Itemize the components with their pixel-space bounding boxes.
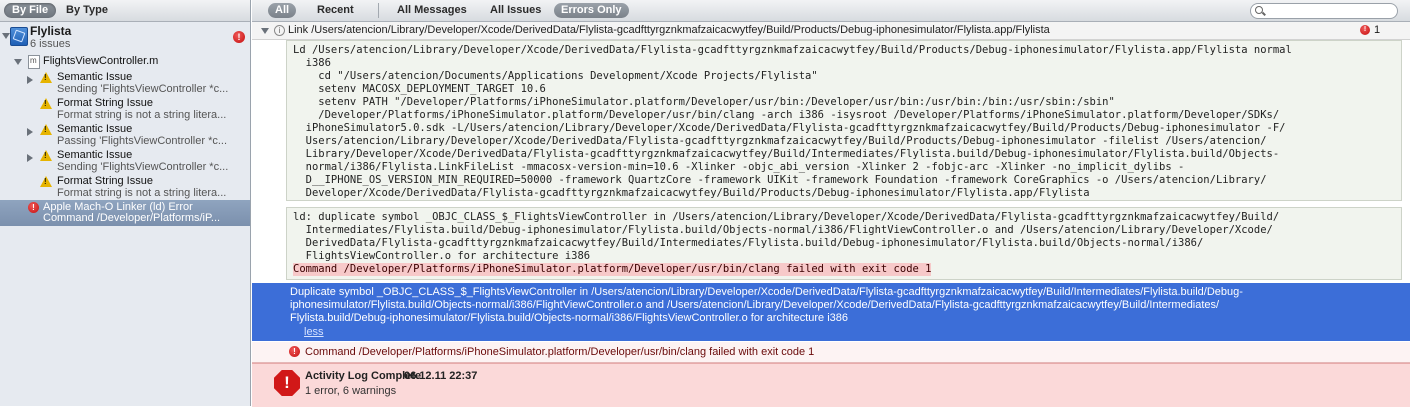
project-issue-count: 6 issues — [30, 38, 71, 50]
ld-duplicate-text: ld: duplicate symbol _OBJC_CLASS_$_Fligh… — [293, 211, 1280, 262]
issue-detail: Passing 'FlightsViewController *c... — [57, 135, 228, 147]
disclosure-triangle-icon[interactable] — [27, 154, 33, 162]
activity-summary: 1 error, 6 warnings — [305, 385, 397, 397]
disclosure-triangle-icon[interactable] — [14, 59, 22, 65]
warning-icon — [40, 124, 52, 135]
ld-command-transcript: Ld /Users/atencion/Library/Developer/Xco… — [286, 40, 1402, 201]
log-search-field[interactable] — [1250, 3, 1398, 19]
file-name: FlightsViewController.m — [43, 55, 159, 67]
by-file-button[interactable]: By File — [4, 3, 57, 18]
warning-icon — [40, 98, 52, 109]
log-filter-bar: All Recent All Messages All Issues Error… — [252, 0, 1410, 22]
issue-row-selected[interactable]: ! Apple Mach-O Linker (ld) Error Command… — [0, 200, 250, 226]
duplicate-symbol-message: Duplicate symbol _OBJC_CLASS_$_FlightsVi… — [290, 286, 1243, 324]
issue-title: Semantic Issue — [57, 71, 133, 83]
link-step-row[interactable]: i Link /Users/atencion/Library/Developer… — [252, 22, 1410, 40]
issue-title: Format String Issue — [57, 175, 153, 187]
disclosure-triangle-icon[interactable] — [261, 28, 269, 34]
disclosure-triangle-icon[interactable] — [2, 33, 10, 39]
less-link[interactable]: less — [304, 326, 324, 339]
issue-title: Semantic Issue — [57, 123, 133, 135]
navigator-toolbar: By File By Type — [0, 0, 250, 22]
toolbar-divider — [378, 3, 379, 18]
filter-recent-button[interactable]: Recent — [310, 3, 361, 18]
error-icon: ! — [233, 31, 245, 43]
build-log-panel: All Recent All Messages All Issues Error… — [252, 0, 1410, 407]
objc-file-icon — [28, 55, 40, 69]
issue-title: Semantic Issue — [57, 149, 133, 161]
error-icon: ! — [28, 202, 39, 213]
issue-detail: Sending 'FlightsViewController *c... — [57, 83, 229, 95]
file-row[interactable]: FlightsViewController.m — [0, 54, 250, 69]
activity-timestamp: 06.12.11 22:37 — [404, 370, 478, 382]
issue-detail: Format string is not a string litera... — [57, 187, 227, 199]
link-step-title: Link /Users/atencion/Library/Developer/X… — [288, 24, 1050, 36]
activity-log-summary: ! Activity Log Complete 06.12.11 22:37 1… — [252, 363, 1410, 407]
search-input[interactable] — [1267, 4, 1387, 17]
warning-icon — [40, 150, 52, 161]
warning-icon — [40, 72, 52, 83]
issue-row[interactable]: Semantic Issue Sending 'FlightsViewContr… — [0, 70, 250, 96]
issue-detail: Format string is not a string litera... — [57, 109, 227, 121]
warning-icon — [40, 176, 52, 187]
filter-all-button[interactable]: All — [268, 3, 297, 18]
filter-all-issues-button[interactable]: All Issues — [483, 3, 548, 18]
issue-title: Format String Issue — [57, 97, 153, 109]
command-error-row[interactable]: ! Command /Developer/Platforms/iPhoneSim… — [252, 342, 1410, 363]
issue-row[interactable]: Semantic Issue Passing 'FlightsViewContr… — [0, 122, 250, 148]
issue-navigator: By File By Type Flylista 6 issues ! Flig… — [0, 0, 251, 406]
filter-errors-only-button[interactable]: Errors Only — [554, 3, 629, 18]
error-icon: ! — [289, 346, 300, 357]
issue-row[interactable]: Semantic Issue Sending 'FlightsViewContr… — [0, 148, 250, 174]
info-icon: i — [274, 25, 285, 36]
disclosure-triangle-icon[interactable] — [27, 76, 33, 84]
search-icon — [1255, 6, 1263, 14]
disclosure-triangle-icon[interactable] — [27, 128, 33, 136]
error-stop-icon: ! — [274, 370, 300, 396]
filter-all-messages-button[interactable]: All Messages — [390, 3, 474, 18]
issue-detail: Command /Developer/Platforms/iP... — [43, 212, 221, 224]
command-error-text: Command /Developer/Platforms/iPhoneSimul… — [305, 346, 815, 358]
issue-row[interactable]: Format String Issue Format string is not… — [0, 96, 250, 122]
project-icon — [10, 27, 28, 46]
issue-row[interactable]: Format String Issue Format string is not… — [0, 174, 250, 200]
error-icon: ! — [1360, 25, 1370, 35]
error-count: 1 — [1374, 24, 1381, 36]
command-failed-line: Command /Developer/Platforms/iPhoneSimul… — [293, 263, 932, 276]
issue-detail: Sending 'FlightsViewController *c... — [57, 161, 229, 173]
by-type-button[interactable]: By Type — [58, 3, 116, 18]
project-name: Flylista — [30, 24, 72, 38]
ld-error-output: ld: duplicate symbol _OBJC_CLASS_$_Fligh… — [286, 207, 1402, 280]
project-row[interactable]: Flylista 6 issues ! — [0, 22, 250, 50]
selected-error-message[interactable]: Duplicate symbol _OBJC_CLASS_$_FlightsVi… — [252, 283, 1410, 341]
